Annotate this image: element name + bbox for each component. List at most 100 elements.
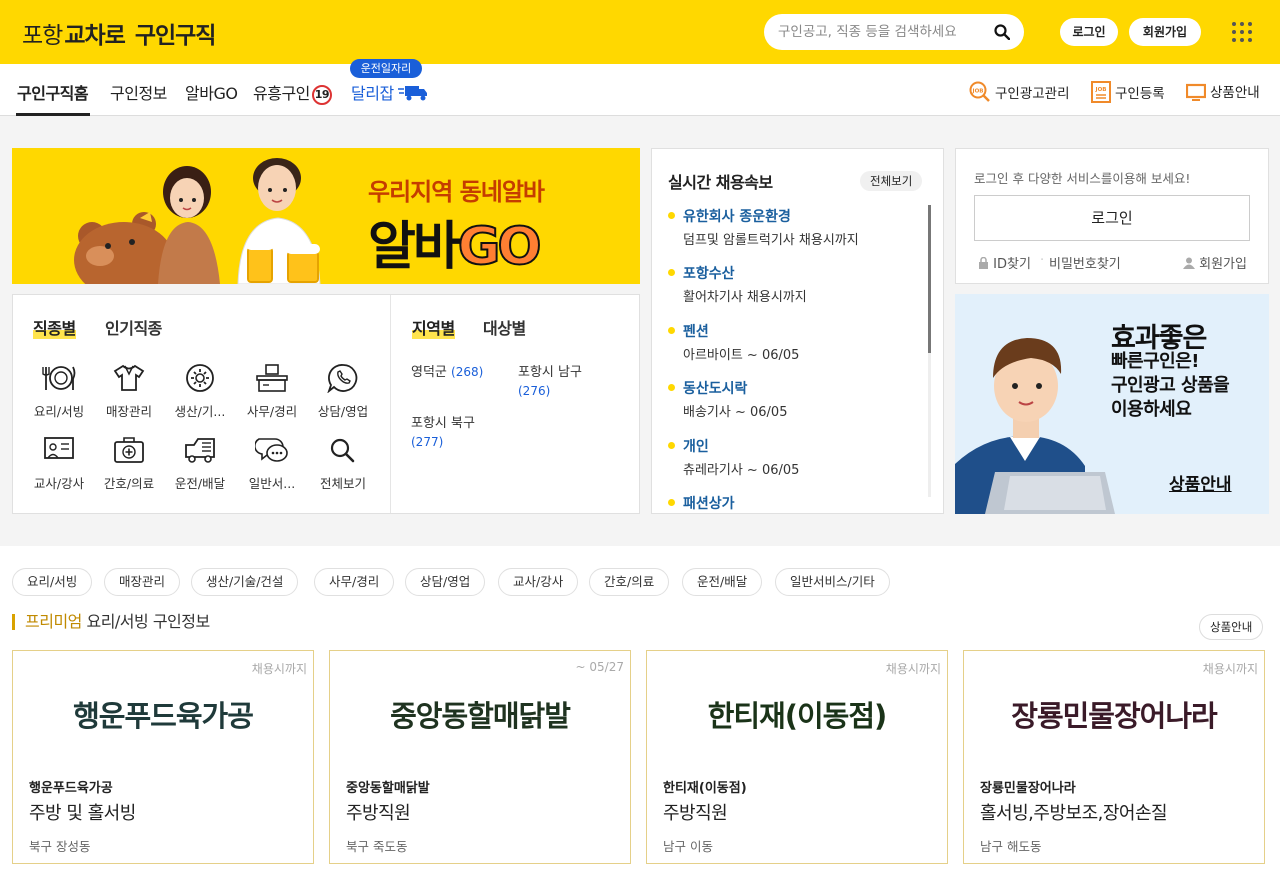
truck-icon (185, 438, 215, 463)
chip-filter[interactable]: 생산/기술/건설 (191, 568, 299, 596)
company-name: 행운푸드육가공 (29, 781, 113, 796)
realtime-scrollbar[interactable] (928, 205, 931, 497)
category-cooking-serving[interactable]: 요리/서빙 (29, 363, 89, 420)
tab-by-target[interactable]: 대상별 (483, 315, 526, 339)
category-nursing-medical[interactable]: 간호/의료 (99, 435, 159, 492)
main-nav: 구인구직홈 구인정보 알바GO 유흥구인 19 운전일자리 달리잡 JOB 구인광고… (0, 59, 1280, 116)
scrollbar-thumb[interactable] (928, 205, 931, 353)
tab-by-job-type[interactable]: 직종별 (33, 315, 76, 339)
company-logo-text: 한티재(이동점) (707, 699, 888, 733)
company-logo-text: 행운푸드육가공 (73, 699, 254, 733)
chip-filter[interactable]: 사무/경리 (314, 568, 395, 596)
header: 포항교차로구인구직 로그인 회원가입 (0, 0, 1280, 64)
region-pohang-nam[interactable]: 포항시 남구 (276) (518, 363, 582, 401)
company-logo-text: 중앙동할매닭발 (390, 699, 571, 733)
monitor-icon (1185, 83, 1207, 101)
svg-text:JOB: JOB (972, 89, 984, 95)
shirt-icon (113, 364, 145, 391)
job-card[interactable]: ~ 05/27 중앙동할매닭발 중앙동할매닭발 주방직원 북구 죽도동 (329, 650, 631, 864)
category-driving-delivery[interactable]: 운전/배달 (170, 435, 230, 492)
job-location: 남구 해도동 (980, 839, 1042, 854)
chip-filter[interactable]: 일반서비스/기타 (775, 568, 890, 596)
job-location: 북구 장성동 (29, 839, 91, 854)
category-store-management[interactable]: 매장관리 (99, 363, 159, 420)
search-box (764, 14, 1024, 50)
login-button[interactable]: 로그인 (1060, 18, 1118, 46)
region-pohang-buk[interactable]: 포항시 북구 (277) (411, 414, 475, 452)
banner-illustration (74, 158, 321, 284)
category-view-all[interactable]: 전체보기 (313, 435, 373, 492)
view-all-button[interactable]: 전체보기 (860, 171, 923, 191)
lock-icon (979, 256, 988, 269)
driver-jobs-bubble: 운전일자리 (350, 59, 422, 78)
job-location: 남구 이동 (663, 839, 713, 854)
medical-kit-icon (114, 437, 144, 463)
panel-divider (390, 295, 391, 513)
promo-illustration (955, 338, 1115, 514)
svg-text:JOB: JOB (1095, 87, 1107, 93)
company-name: 중앙동할매닭발 (346, 781, 430, 796)
job-title: 주방직원 (663, 803, 728, 824)
category-panel: 직종별 인기직종 요리/서빙 매장관리 생산/기... 사무/경리 상담/영업 … (12, 294, 640, 514)
product-info-link[interactable]: 상품안내 (1185, 81, 1260, 102)
region-yeongdeok[interactable]: 영덕군 (268) (411, 363, 483, 382)
banner-tagline: 우리지역 동네알바 (368, 178, 545, 206)
blackboard-icon (44, 437, 74, 459)
chip-filter[interactable]: 상담/영업 (405, 568, 486, 596)
panel-login-button[interactable]: 로그인 (974, 195, 1250, 241)
gear-icon (186, 364, 214, 392)
login-panel: 로그인 후 다양한 서비스를이용해 보세요! 로그인 ID찾기 · 비밀번호찾기… (955, 148, 1269, 284)
job-register-link[interactable]: JOB 구인등록 (1091, 81, 1165, 103)
category-general-service[interactable]: 일반서... (242, 435, 302, 492)
realtime-title: 실시간 채용속보 (668, 173, 773, 192)
tab-job-info[interactable]: 구인정보 (110, 80, 167, 104)
panel-signup-link[interactable]: 회원가입 (1183, 253, 1247, 272)
find-password-link[interactable]: 비밀번호찾기 (1049, 253, 1121, 272)
tab-popular-jobs[interactable]: 인기직종 (105, 315, 162, 339)
site-logo[interactable]: 포항교차로 구인구직 (22, 16, 216, 50)
category-office[interactable]: 사무/경리 (242, 363, 302, 420)
job-document-icon: JOB (1091, 81, 1111, 103)
tab-home[interactable]: 구인구직홈 (17, 80, 89, 104)
company-logo-text: 장룡민물장어나라 (1011, 699, 1217, 733)
find-id-link[interactable]: ID찾기 (978, 253, 1031, 272)
login-message: 로그인 후 다양한 서비스를이용해 보세요! (974, 171, 1191, 186)
chip-filter[interactable]: 운전/배달 (682, 568, 763, 596)
job-ad-manage-link[interactable]: JOB 구인광고관리 (969, 81, 1070, 103)
promo-banner[interactable]: 효과좋은 빠른구인은! 구인광고 상품을 이용하세요 상품안내 (955, 294, 1269, 514)
tab-albago[interactable]: 알바GO (185, 80, 238, 104)
search-icon[interactable] (994, 24, 1010, 40)
category-production[interactable]: 생산/기... (170, 363, 230, 420)
promo-subheadline: 빠른구인은! 구인광고 상품을 이용하세요 (1111, 351, 1230, 420)
separator-dot: · (1040, 253, 1045, 268)
job-card[interactable]: 채용시까지 행운푸드육가공 행운푸드육가공 주방 및 홀서빙 북구 장성동 (12, 650, 314, 864)
search-input[interactable] (778, 22, 988, 42)
job-title: 주방 및 홀서빙 (29, 803, 136, 824)
speech-bubble-icon (255, 438, 288, 462)
section-title: 프리미엄 요리/서빙 구인정보 (12, 614, 210, 630)
job-card[interactable]: 채용시까지 한티재(이동점) 한티재(이동점) 주방직원 남구 이동 (646, 650, 948, 864)
menu-grid-icon[interactable] (1232, 22, 1252, 42)
user-icon (1183, 257, 1195, 269)
section-product-button[interactable]: 상품안내 (1199, 614, 1264, 640)
truck-icon (397, 86, 427, 101)
job-title: 홀서빙,주방보조,장어손질 (980, 803, 1168, 824)
albago-banner[interactable]: 우리지역 동네알바 알바GO (12, 148, 640, 284)
phone-chat-icon (327, 364, 358, 393)
job-search-icon: JOB (969, 81, 990, 102)
job-location: 북구 죽도동 (346, 839, 408, 854)
job-card[interactable]: 채용시까지 장룡민물장어나라 장룡민물장어나라 홀서빙,주방보조,장어손질 남구… (963, 650, 1265, 864)
chip-filter[interactable]: 교사/강사 (498, 568, 579, 596)
chip-filter[interactable]: 요리/서빙 (12, 568, 93, 596)
signup-button[interactable]: 회원가입 (1129, 18, 1201, 46)
active-tab-underline (16, 113, 90, 116)
category-consulting-sales[interactable]: 상담/영업 (313, 363, 373, 420)
adult-19-badge: 19 (311, 85, 332, 105)
tab-dallijob[interactable]: 달리잡 (351, 80, 428, 104)
tab-by-region[interactable]: 지역별 (412, 315, 455, 339)
tab-adult-jobs[interactable]: 유흥구인 19 (253, 80, 332, 105)
chip-filter[interactable]: 간호/의료 (589, 568, 670, 596)
chip-filter[interactable]: 매장관리 (104, 568, 181, 596)
promo-product-link[interactable]: 상품안내 (1169, 470, 1232, 495)
category-teacher[interactable]: 교사/강사 (29, 435, 89, 492)
